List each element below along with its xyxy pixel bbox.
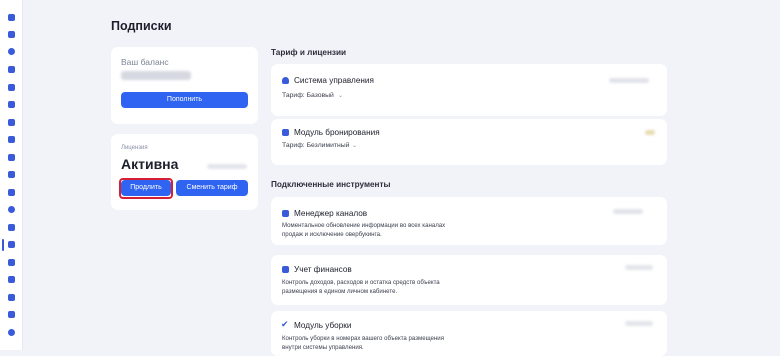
tariff-card-management[interactable]: Система управления Тариф: Базовый ⌄ [271, 64, 667, 116]
gear-icon[interactable] [8, 206, 15, 213]
person-icon[interactable] [8, 329, 15, 336]
tool-price-blurred [625, 265, 653, 270]
balance-amount-blurred [121, 71, 191, 80]
tool-card-cleaning[interactable]: ✔ Модуль уборки Контроль уборки в номера… [271, 311, 667, 356]
license-expiry-blurred [207, 164, 247, 169]
chevron-down-icon[interactable]: ⌄ [338, 92, 343, 99]
wallet-icon[interactable] [8, 241, 15, 248]
document-icon[interactable] [8, 101, 15, 108]
cloud-icon[interactable] [8, 294, 15, 301]
chart-icon[interactable] [8, 136, 15, 143]
user-icon[interactable] [8, 48, 15, 55]
tariff-price-blurred [645, 130, 655, 135]
tool-description-line: размещения в едином личном кабинете. [282, 288, 398, 296]
inbox-icon[interactable] [8, 154, 15, 161]
tool-description-line: Контроль уборки в номерах вашего объекта… [282, 335, 444, 342]
tariff-plan: Тариф: Базовый [282, 92, 334, 99]
balance-card: Ваш баланс Пополнить [111, 47, 258, 124]
tool-price-blurred [625, 321, 653, 326]
tool-description-line: продаж и исключение овербукинга. [282, 231, 382, 239]
mail-icon[interactable] [8, 224, 15, 231]
license-label: Лицензия [121, 145, 148, 151]
puzzle-icon[interactable] [8, 276, 15, 283]
tool-description-line: Моментальное обновление информации во вс… [282, 222, 446, 229]
tool-title: Модуль уборки [294, 321, 352, 330]
calendar-icon[interactable] [8, 31, 15, 38]
calendar-icon [282, 129, 289, 136]
extend-button-highlight [119, 178, 173, 199]
page-title: Подписки [111, 19, 172, 33]
chevron-down-icon[interactable]: ⌄ [352, 142, 357, 149]
tariff-plan: Тариф: Безлимитный [282, 142, 350, 149]
tool-title: Менеджер каналов [294, 209, 368, 218]
balance-label: Ваш баланс [121, 57, 169, 67]
tariff-title: Система управления [294, 76, 374, 85]
topup-button[interactable]: Пополнить [121, 92, 248, 108]
rocket-icon[interactable] [8, 171, 15, 178]
copy-icon[interactable] [8, 119, 15, 126]
sidebar [0, 0, 23, 350]
cloud-icon [282, 77, 289, 84]
tool-description-line: внутри системы управления. [282, 344, 364, 352]
tariff-title: Модуль бронирования [294, 128, 380, 137]
tariffs-heading: Тариф и лицензии [271, 48, 347, 57]
megaphone-icon[interactable] [8, 311, 15, 318]
check-icon[interactable] [8, 189, 15, 196]
home-icon[interactable] [8, 14, 15, 21]
tool-description-line: Контроль доходов, расходов и остатка сре… [282, 279, 440, 286]
grid-icon[interactable] [8, 66, 15, 73]
tool-title: Учет финансов [294, 265, 352, 274]
tool-description: Моментальное обновление информации во вс… [282, 221, 445, 239]
active-indicator [2, 239, 4, 251]
finance-icon [282, 266, 289, 273]
channel-manager-icon [282, 210, 289, 217]
tool-card-channel-manager[interactable]: Менеджер каналов Моментальное обновление… [271, 197, 667, 245]
checkmark-icon: ✔ [281, 319, 289, 329]
tariff-price-blurred [609, 78, 649, 83]
tools-heading: Подключенные инструменты [271, 180, 391, 189]
tariff-card-booking[interactable]: Модуль бронирования Тариф: Безлимитный ⌄ [271, 119, 667, 165]
tag-icon[interactable] [8, 84, 15, 91]
tool-price-blurred [613, 209, 643, 214]
tool-card-finance[interactable]: Учет финансов Контроль доходов, расходов… [271, 255, 667, 305]
change-tariff-button[interactable]: Сменить тариф [176, 180, 248, 196]
tool-description: Контроль доходов, расходов и остатка сре… [282, 278, 440, 296]
license-status: Активна [121, 156, 179, 172]
database-icon[interactable] [8, 259, 15, 266]
